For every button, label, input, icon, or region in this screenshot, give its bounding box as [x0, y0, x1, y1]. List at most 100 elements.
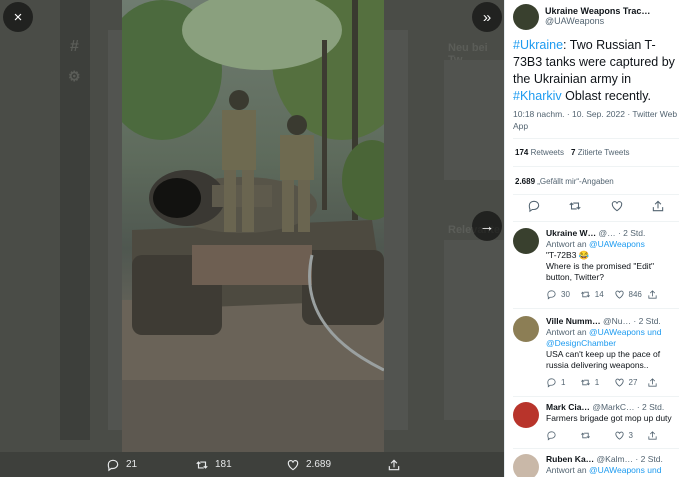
reply-reply-action[interactable]: 30 — [546, 289, 580, 300]
reply-author-name[interactable]: Mark Cia… — [546, 402, 590, 412]
close-button[interactable]: × — [3, 2, 33, 32]
author-name[interactable]: Ukraine Weapons Trac… — [545, 6, 679, 16]
reply-author-handle[interactable]: @Kalm… — [597, 454, 634, 464]
retweet-icon — [580, 379, 590, 386]
background-gear-icon: ⚙ — [68, 68, 81, 84]
like-action[interactable]: 2.689 — [286, 452, 331, 477]
media-action-bar: 21 181 2.689 — [0, 452, 504, 477]
reply-icon[interactable] — [527, 199, 541, 213]
reply-retweet-action[interactable]: 14 — [580, 289, 614, 300]
background-right-card — [444, 60, 504, 180]
reply-actions: 30 14 846 — [546, 289, 680, 300]
reply-like-action[interactable]: 3 — [614, 430, 648, 441]
share-action[interactable] — [387, 452, 401, 477]
retweet-action[interactable]: 181 — [195, 452, 232, 477]
reply-count: 21 — [126, 459, 138, 470]
divider — [513, 308, 679, 309]
reply-to-label: Antwort an — [546, 239, 589, 249]
quotes-count: 7 — [571, 148, 576, 157]
reply-like-count: 846 — [628, 290, 642, 299]
reply-reply-action[interactable]: 1 — [546, 377, 580, 388]
divider — [513, 221, 679, 222]
reply-to-label: Antwort an — [546, 327, 589, 337]
tweet-header: Ukraine Weapons Trac… @UAWeapons — [513, 4, 679, 30]
reply-icon — [547, 431, 556, 441]
divider — [513, 396, 679, 397]
reply-actions: 1 1 27 — [546, 377, 680, 388]
author-handle[interactable]: @UAWeapons — [545, 16, 679, 26]
collapse-panel-button[interactable]: » — [472, 2, 502, 32]
reply-author-handle[interactable]: @… — [598, 228, 615, 238]
tweet-actions — [513, 199, 679, 213]
retweet-count: 181 — [215, 459, 232, 470]
divider — [513, 138, 679, 139]
retweet-icon[interactable] — [568, 199, 582, 213]
heart-icon[interactable] — [610, 199, 624, 213]
next-image-button[interactable]: → — [472, 211, 502, 241]
retweets-stat[interactable]: 174 Retweets — [515, 148, 564, 157]
retweets-label: Retweets — [530, 148, 564, 157]
reply-share-action[interactable] — [647, 289, 680, 300]
reply-retweet-count: 1 — [594, 378, 600, 387]
reply-like-action[interactable]: 846 — [614, 289, 648, 300]
media-viewer: # ⚙ Neu bei Tw Relevante — [0, 0, 504, 477]
reply-icon — [547, 378, 556, 388]
share-icon — [648, 378, 657, 387]
reply-age: · 2 Std. — [636, 402, 665, 412]
reply-author-name[interactable]: Ukraine W… — [546, 228, 596, 238]
reply-like-count: 27 — [628, 378, 638, 387]
hashtag-ukraine[interactable]: #Ukraine — [513, 38, 563, 52]
likes-stat[interactable]: 2.689 „Gefällt mir“-Angaben — [515, 177, 614, 186]
reply-avatar[interactable] — [513, 228, 539, 254]
reply-text: "T-72B3 😂 Where is the promised "Edit" b… — [546, 250, 655, 282]
heart-icon — [614, 431, 624, 440]
likes-count: 2.689 — [515, 177, 536, 186]
share-icon — [388, 459, 400, 470]
close-icon: × — [13, 8, 23, 26]
reply-share-action[interactable] — [647, 430, 680, 441]
author-avatar[interactable] — [513, 4, 539, 30]
heart-icon — [287, 459, 299, 470]
reply-author-handle[interactable]: @Nu… — [603, 316, 631, 326]
reply-actions: 3 — [546, 430, 680, 441]
reply-like-action[interactable]: 27 — [614, 377, 648, 388]
reply-retweet-action[interactable]: 1 — [580, 377, 614, 388]
reply-avatar[interactable] — [513, 316, 539, 342]
reply-avatar[interactable] — [513, 402, 539, 428]
reply-age: · 2 Std. — [635, 454, 663, 464]
background-right-card-2 — [444, 240, 504, 420]
tweet-text-suffix: Oblast recently. — [561, 89, 652, 103]
quotes-stat[interactable]: 7 Zitierte Tweets — [571, 148, 630, 157]
hashtag-kharkiv[interactable]: #Kharkiv — [513, 89, 562, 103]
reply-to-link[interactable]: @UAWeapons und — [589, 465, 661, 475]
arrow-right-icon: → — [479, 217, 495, 235]
share-icon — [648, 431, 657, 440]
reply-age: · 2 Std. — [617, 228, 646, 238]
reply-author-handle[interactable]: @MarkC… — [592, 402, 634, 412]
tweet-photo[interactable] — [122, 0, 384, 452]
reply-author-name[interactable]: Ruben Ka… — [546, 454, 594, 464]
heart-icon — [614, 378, 624, 387]
retweets-count: 174 — [515, 148, 529, 157]
heart-icon — [614, 290, 624, 299]
reply-icon — [547, 290, 556, 300]
retweet-icon — [580, 432, 590, 439]
reply-avatar[interactable] — [513, 454, 539, 477]
reply-author-name[interactable]: Ville Numm… — [546, 316, 601, 326]
reply-reply-count: 1 — [561, 378, 566, 387]
reply-reply-action[interactable] — [546, 430, 580, 441]
reply-retweet-action[interactable] — [580, 430, 614, 441]
like-count: 2.689 — [306, 459, 332, 470]
double-chevron-right-icon: » — [482, 8, 492, 26]
share-icon — [648, 290, 657, 299]
reply-action[interactable]: 21 — [106, 452, 137, 477]
background-sidebar — [60, 0, 90, 440]
reply-share-action[interactable] — [647, 377, 680, 388]
retweet-icon — [196, 460, 208, 469]
tweet-timestamp[interactable]: 10:18 nachm. · 10. Sep. 2022 · Twitter W… — [513, 108, 679, 132]
divider — [513, 166, 679, 167]
quotes-label: Zitierte Tweets — [577, 148, 630, 157]
share-icon[interactable] — [651, 199, 665, 213]
reply-to-link[interactable]: @UAWeapons — [589, 239, 645, 249]
reply-icon — [107, 459, 119, 471]
